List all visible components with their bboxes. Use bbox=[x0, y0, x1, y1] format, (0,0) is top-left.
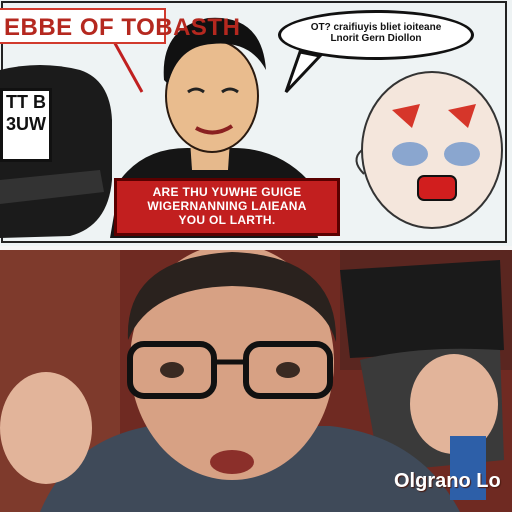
bottom-photo-panel: Olgrano Lo bbox=[0, 250, 512, 512]
top-comic-panel: EBBE OF TOBASTH OT? craifiuyis bliet ioi… bbox=[0, 0, 512, 246]
caption-box: ARE THU YUWHE GUIGE WIGERNANNING LAIEANA… bbox=[114, 178, 340, 236]
speech-bubble: OT? craifiuyis bliet ioiteane Lnorit Ger… bbox=[278, 10, 474, 60]
caption-line-2: WIGERNANNING LAIEANA bbox=[147, 199, 307, 213]
speech-bubble-line-2: Lnorit Gern Diollon bbox=[330, 33, 422, 44]
sign-line-2: 3UW bbox=[6, 114, 46, 134]
watermark-text: Olgrano Lo bbox=[394, 470, 501, 492]
sign-line-1: TT B bbox=[6, 92, 46, 112]
caption-line-1: ARE THU YUWHE GUIGE bbox=[152, 185, 302, 199]
comic-title: EBBE OF TOBASTH bbox=[0, 8, 240, 44]
caption-line-3: YOU OL LARTH. bbox=[178, 213, 276, 227]
speech-bubble-line-1: OT? craifiuyis bliet ioiteane bbox=[310, 22, 442, 33]
protest-sign: TT B 3UW bbox=[0, 88, 52, 162]
